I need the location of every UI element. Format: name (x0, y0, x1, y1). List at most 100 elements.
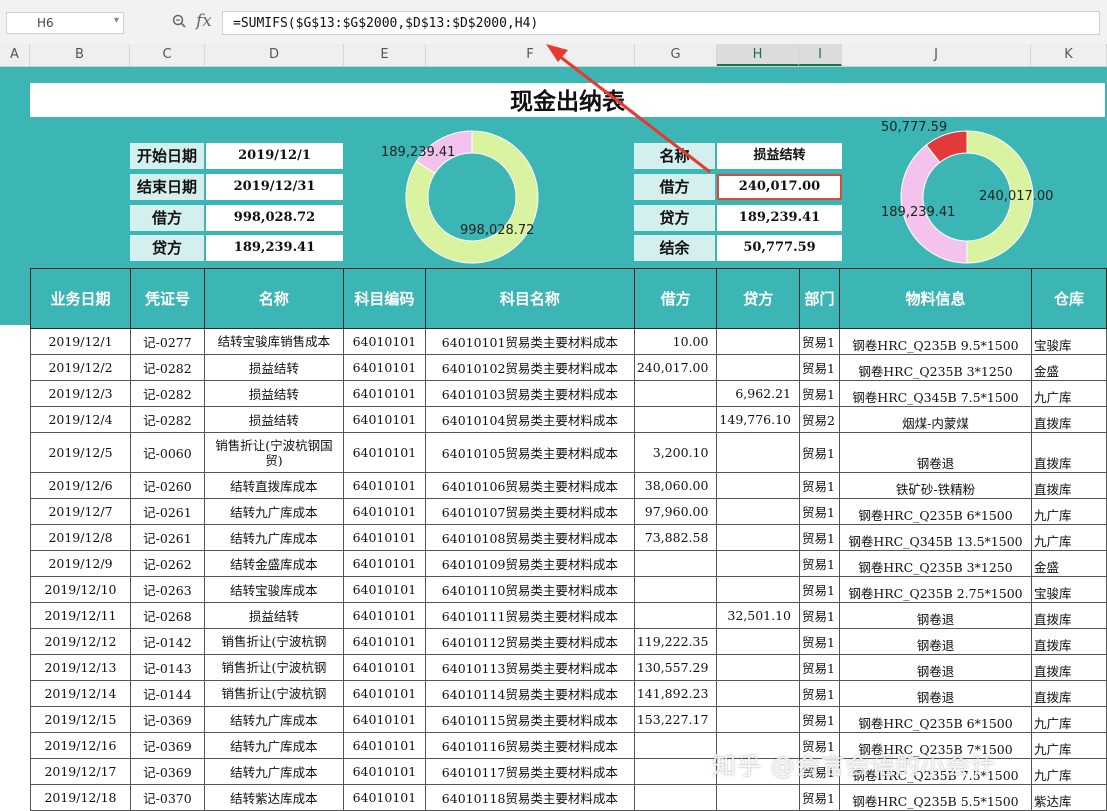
table-cell[interactable]: 损益结转 (203, 406, 344, 433)
table-cell[interactable] (716, 706, 800, 733)
table-cell[interactable]: 97,960.00 (633, 498, 718, 525)
table-cell[interactable]: 64010101 (342, 576, 426, 603)
table-cell[interactable] (633, 732, 718, 759)
table-cell[interactable]: 销售折让(宁波杭钢 (203, 628, 344, 655)
table-cell[interactable]: 结转宝骏库销售成本 (203, 328, 344, 355)
table-cell[interactable]: 贸易1 (799, 524, 840, 551)
table-cell[interactable]: 64010107贸易类主要材料成本 (424, 498, 635, 525)
table-cell[interactable]: 记-0260 (129, 472, 205, 499)
table-cell[interactable]: 记-0268 (129, 602, 205, 629)
summary-right-value-1[interactable]: 240,017.00 (717, 174, 842, 200)
table-cell[interactable]: 64010101 (342, 784, 426, 811)
column-header-d[interactable]: D (205, 44, 344, 66)
table-cell[interactable]: 64010101 (342, 706, 426, 733)
table-cell[interactable] (716, 432, 800, 473)
table-cell[interactable]: 记-0263 (129, 576, 205, 603)
table-cell[interactable]: 钢卷HRC_Q235B 9.5*1500 (838, 328, 1032, 355)
table-cell[interactable]: 64010101 (342, 550, 426, 577)
table-cell[interactable]: 钢卷退 (838, 680, 1032, 707)
table-cell[interactable]: 直拨库 (1030, 602, 1107, 629)
column-header-b[interactable]: B (30, 44, 130, 66)
table-cell[interactable]: 钢卷HRC_Q235B 2.75*1500 (838, 576, 1032, 603)
function-icon[interactable]: fx (196, 11, 212, 31)
formula-input[interactable]: =SUMIFS($G$13:$G$2000,$D$13:$D$2000,H4) (222, 11, 1100, 35)
summary-right-value-3[interactable]: 50,777.59 (717, 235, 842, 261)
table-cell[interactable]: 直拨库 (1030, 406, 1107, 433)
summary-right-value-0[interactable]: 损益结转 (717, 143, 842, 169)
table-cell[interactable]: 记-0142 (129, 628, 205, 655)
table-cell[interactable]: 结转金盛库成本 (203, 550, 344, 577)
table-cell[interactable] (716, 354, 800, 381)
table-cell[interactable]: 2019/12/7 (30, 498, 131, 525)
table-cell[interactable]: 64010101 (342, 328, 426, 355)
table-cell[interactable]: 九广库 (1030, 498, 1107, 525)
summary-left-value-2[interactable]: 998,028.72 (206, 205, 343, 231)
table-cell[interactable]: 宝骏库 (1030, 328, 1107, 355)
table-cell[interactable]: 贸易1 (799, 550, 840, 577)
table-cell[interactable]: 2019/12/11 (30, 602, 131, 629)
table-cell[interactable]: 销售折让(宁波杭钢 (203, 654, 344, 681)
table-cell[interactable]: 直拨库 (1030, 432, 1107, 473)
table-cell[interactable] (716, 524, 800, 551)
table-cell[interactable]: 2019/12/16 (30, 732, 131, 759)
table-cell[interactable]: 结转九广库成本 (203, 732, 344, 759)
table-cell[interactable]: 2019/12/15 (30, 706, 131, 733)
table-cell[interactable]: 2019/12/17 (30, 758, 131, 785)
table-cell[interactable]: 钢卷HRC_Q235B 6*1500 (838, 706, 1032, 733)
table-cell[interactable]: 结转直拨库成本 (203, 472, 344, 499)
table-cell[interactable]: 64010104贸易类主要材料成本 (424, 406, 635, 433)
table-cell[interactable]: 2019/12/4 (30, 406, 131, 433)
table-cell[interactable]: 钢卷HRC_Q235B 3*1250 (838, 550, 1032, 577)
table-cell[interactable]: 贸易1 (799, 602, 840, 629)
table-cell[interactable]: 贸易2 (799, 406, 840, 433)
table-cell[interactable]: 64010101 (342, 498, 426, 525)
table-cell[interactable]: 损益结转 (203, 602, 344, 629)
table-cell[interactable]: 64010103贸易类主要材料成本 (424, 380, 635, 407)
table-cell[interactable]: 64010115贸易类主要材料成本 (424, 706, 635, 733)
table-cell[interactable]: 64010101贸易类主要材料成本 (424, 328, 635, 355)
column-header-e[interactable]: E (344, 44, 426, 66)
table-cell[interactable]: 贸易1 (799, 654, 840, 681)
table-cell[interactable]: 2019/12/3 (30, 380, 131, 407)
table-cell[interactable]: 6,962.21 (716, 380, 800, 407)
table-cell[interactable]: 贸易1 (799, 498, 840, 525)
zoom-icon[interactable] (172, 14, 186, 28)
table-cell[interactable]: 贸易1 (799, 576, 840, 603)
table-cell[interactable]: 九广库 (1030, 380, 1107, 407)
table-cell[interactable] (716, 628, 800, 655)
table-cell[interactable]: 贸易1 (799, 628, 840, 655)
table-cell[interactable] (716, 550, 800, 577)
table-cell[interactable]: 64010101 (342, 602, 426, 629)
summary-right-value-2[interactable]: 189,239.41 (717, 205, 842, 231)
table-cell[interactable]: 钢卷退 (838, 628, 1032, 655)
column-header-a[interactable]: A (0, 44, 30, 66)
table-cell[interactable]: 直拨库 (1030, 628, 1107, 655)
chevron-down-icon[interactable]: ▾ (114, 15, 119, 26)
table-cell[interactable]: 钢卷HRC_Q235B 3*1250 (838, 354, 1032, 381)
column-header-h[interactable]: H (717, 44, 799, 66)
table-cell[interactable]: 结转九广库成本 (203, 498, 344, 525)
table-cell[interactable]: 结转九广库成本 (203, 524, 344, 551)
table-cell[interactable]: 38,060.00 (633, 472, 718, 499)
table-cell[interactable]: 141,892.23 (633, 680, 718, 707)
table-cell[interactable]: 宝骏库 (1030, 576, 1107, 603)
table-cell[interactable]: 贸易1 (799, 706, 840, 733)
table-cell[interactable]: 64010101 (342, 524, 426, 551)
table-cell[interactable]: 记-0277 (129, 328, 205, 355)
table-cell[interactable]: 2019/12/12 (30, 628, 131, 655)
table-cell[interactable]: 销售折让(宁波杭钢 (203, 680, 344, 707)
column-header-i[interactable]: I (799, 44, 842, 66)
table-cell[interactable]: 记-0369 (129, 758, 205, 785)
table-cell[interactable]: 紫达库 (1030, 784, 1107, 811)
table-cell[interactable]: 结转九广库成本 (203, 706, 344, 733)
table-cell[interactable]: 64010102贸易类主要材料成本 (424, 354, 635, 381)
table-cell[interactable]: 结转宝骏库成本 (203, 576, 344, 603)
table-cell[interactable]: 2019/12/18 (30, 784, 131, 811)
column-header-j[interactable]: J (842, 44, 1031, 66)
table-cell[interactable] (716, 576, 800, 603)
table-cell[interactable]: 九广库 (1030, 706, 1107, 733)
table-cell[interactable]: 64010117贸易类主要材料成本 (424, 758, 635, 785)
table-cell[interactable]: 130,557.29 (633, 654, 718, 681)
table-cell[interactable]: 结转紫达库成本 (203, 784, 344, 811)
table-cell[interactable]: 钢卷HRC_Q235B 6*1500 (838, 498, 1032, 525)
